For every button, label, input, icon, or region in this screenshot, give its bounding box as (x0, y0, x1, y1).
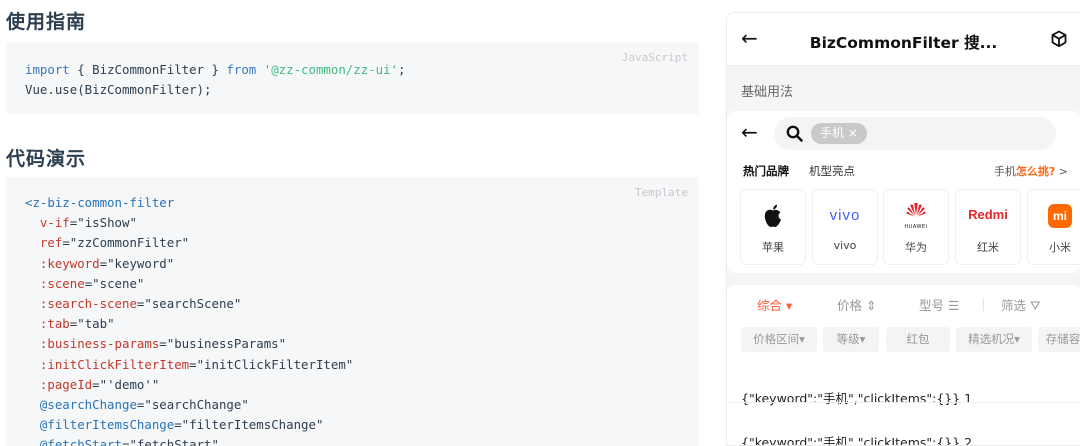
tab-hot-brands[interactable]: 热门品牌 (743, 163, 789, 179)
code-line: :initClickFilterItem="initClickFilterIte… (39, 356, 354, 372)
filter-pill-condition[interactable]: 精选机况▾ (956, 327, 1032, 352)
demo-code-block[interactable]: Template <z-biz-common-filter v-if="isSh… (6, 177, 699, 446)
filter-card: 综合 ▾ 价格 ⇕ 型号 ☰ 筛选 ⛛ 价格区间▾ 等级▾ 红包 精选机况▾ 存… (727, 285, 1080, 446)
brand-tabs: 热门品牌 机型亮点 手机怎么挑? > (743, 163, 1068, 183)
brand-list: 苹果 vivo vivo HUAWEI 华为 Redmi 红米 mi 小米 (740, 189, 1080, 265)
demo-title: 代码演示 (6, 148, 87, 170)
brand-item[interactable]: mi 小米 (1027, 189, 1080, 265)
search-icon (786, 125, 803, 142)
brand-name: 华为 (905, 241, 927, 254)
code-line: ref="zzCommonFilter" (39, 235, 190, 251)
code-line: @searchChange="searchChange" (39, 397, 249, 413)
divider (983, 298, 984, 311)
apple-logo-icon (741, 203, 805, 231)
section-label: 基础用法 (741, 85, 794, 100)
brand-name: 红米 (977, 241, 999, 254)
vivo-logo-icon: vivo (829, 207, 861, 224)
code-line: :keyword="keyword" (39, 255, 175, 271)
search-keyword-chip[interactable]: 手机 × (811, 123, 867, 144)
tab-model-highlights[interactable]: 机型亮点 (809, 163, 855, 179)
code-line: :tab="tab" (39, 316, 115, 332)
code-line: Vue.use(BizCommonFilter); (25, 82, 212, 98)
how-to-choose-link[interactable]: 手机怎么挑? > (994, 163, 1068, 179)
code-lang-label: JavaScript (621, 51, 688, 64)
result-item: {"keyword":"手机","clickItems":{}} 1 (741, 391, 973, 406)
nav-title: BizCommonFilter 搜... (809, 34, 998, 52)
brand-name: 小米 (1049, 241, 1071, 254)
redmi-logo-icon: Redmi (968, 207, 1008, 222)
brand-item[interactable]: HUAWEI 华为 (883, 189, 949, 265)
code-line: :pageId="'demo'" (39, 376, 160, 392)
filter-pill-red-packet[interactable]: 红包 (886, 327, 950, 352)
usage-title: 使用指南 (6, 11, 87, 33)
back-arrow-icon[interactable]: ← (741, 122, 758, 142)
result-item: {"keyword":"手机","clickItems":{}} 2 (741, 435, 973, 446)
filter-pill-grade[interactable]: 等级▾ (823, 327, 879, 352)
code-line: v-if="isShow" (39, 215, 137, 231)
filter-button[interactable]: 筛选 ⛛ (1001, 295, 1040, 314)
sort-bar: 综合 ▾ 价格 ⇕ 型号 ☰ 筛选 ⛛ (727, 295, 1080, 317)
search-row: ← 手机 × (727, 117, 1080, 151)
cube-icon[interactable] (1050, 30, 1068, 48)
sort-comprehensive[interactable]: 综合 ▾ (757, 295, 792, 314)
usage-code-block[interactable]: JavaScript import { BizCommonFilter } fr… (6, 42, 699, 114)
xiaomi-logo-icon: mi (1028, 204, 1080, 232)
filter-pills: 价格区间▾ 等级▾ 红包 精选机况▾ 存储容 (741, 327, 1080, 353)
brand-name: vivo (833, 239, 857, 252)
code-line: @filterItemsChange="filterItemsChange" (39, 417, 324, 433)
code-lang-label: Template (635, 186, 688, 199)
divider (727, 402, 1080, 403)
filter-pill-price-range[interactable]: 价格区间▾ (741, 327, 817, 352)
brand-item[interactable]: 苹果 (740, 189, 806, 265)
mobile-preview: ← BizCommonFilter 搜... 基础用法 ← 手机 × 热门品牌 … (726, 12, 1080, 446)
nav-bar: ← BizCommonFilter 搜... (727, 13, 1080, 66)
code-line: <z-biz-common-filter (25, 195, 175, 210)
brand-name: 苹果 (762, 241, 784, 254)
filter-pill-storage[interactable]: 存储容 (1038, 327, 1080, 352)
brand-item[interactable]: Redmi 红米 (955, 189, 1021, 265)
brand-item[interactable]: vivo vivo (812, 189, 878, 265)
search-input[interactable]: 手机 × (774, 117, 1056, 150)
sort-model[interactable]: 型号 ☰ (919, 295, 959, 314)
code-line: import { BizCommonFilter } from '@zz-com… (25, 62, 406, 77)
code-line: :scene="scene" (39, 275, 145, 291)
huawei-logo-icon: HUAWEI (884, 199, 948, 230)
doc-panel: 使用指南 JavaScript import { BizCommonFilter… (0, 0, 710, 446)
code-line: :business-params="businessParams" (39, 336, 287, 352)
code-line: @fetchStart="fetchStart" (39, 437, 219, 446)
sort-price[interactable]: 价格 ⇕ (837, 295, 876, 314)
search-card: ← 手机 × 热门品牌 机型亮点 手机怎么挑? > 苹果 vivo vivo H… (727, 111, 1080, 273)
code-line: :search-scene="searchScene" (39, 296, 242, 312)
